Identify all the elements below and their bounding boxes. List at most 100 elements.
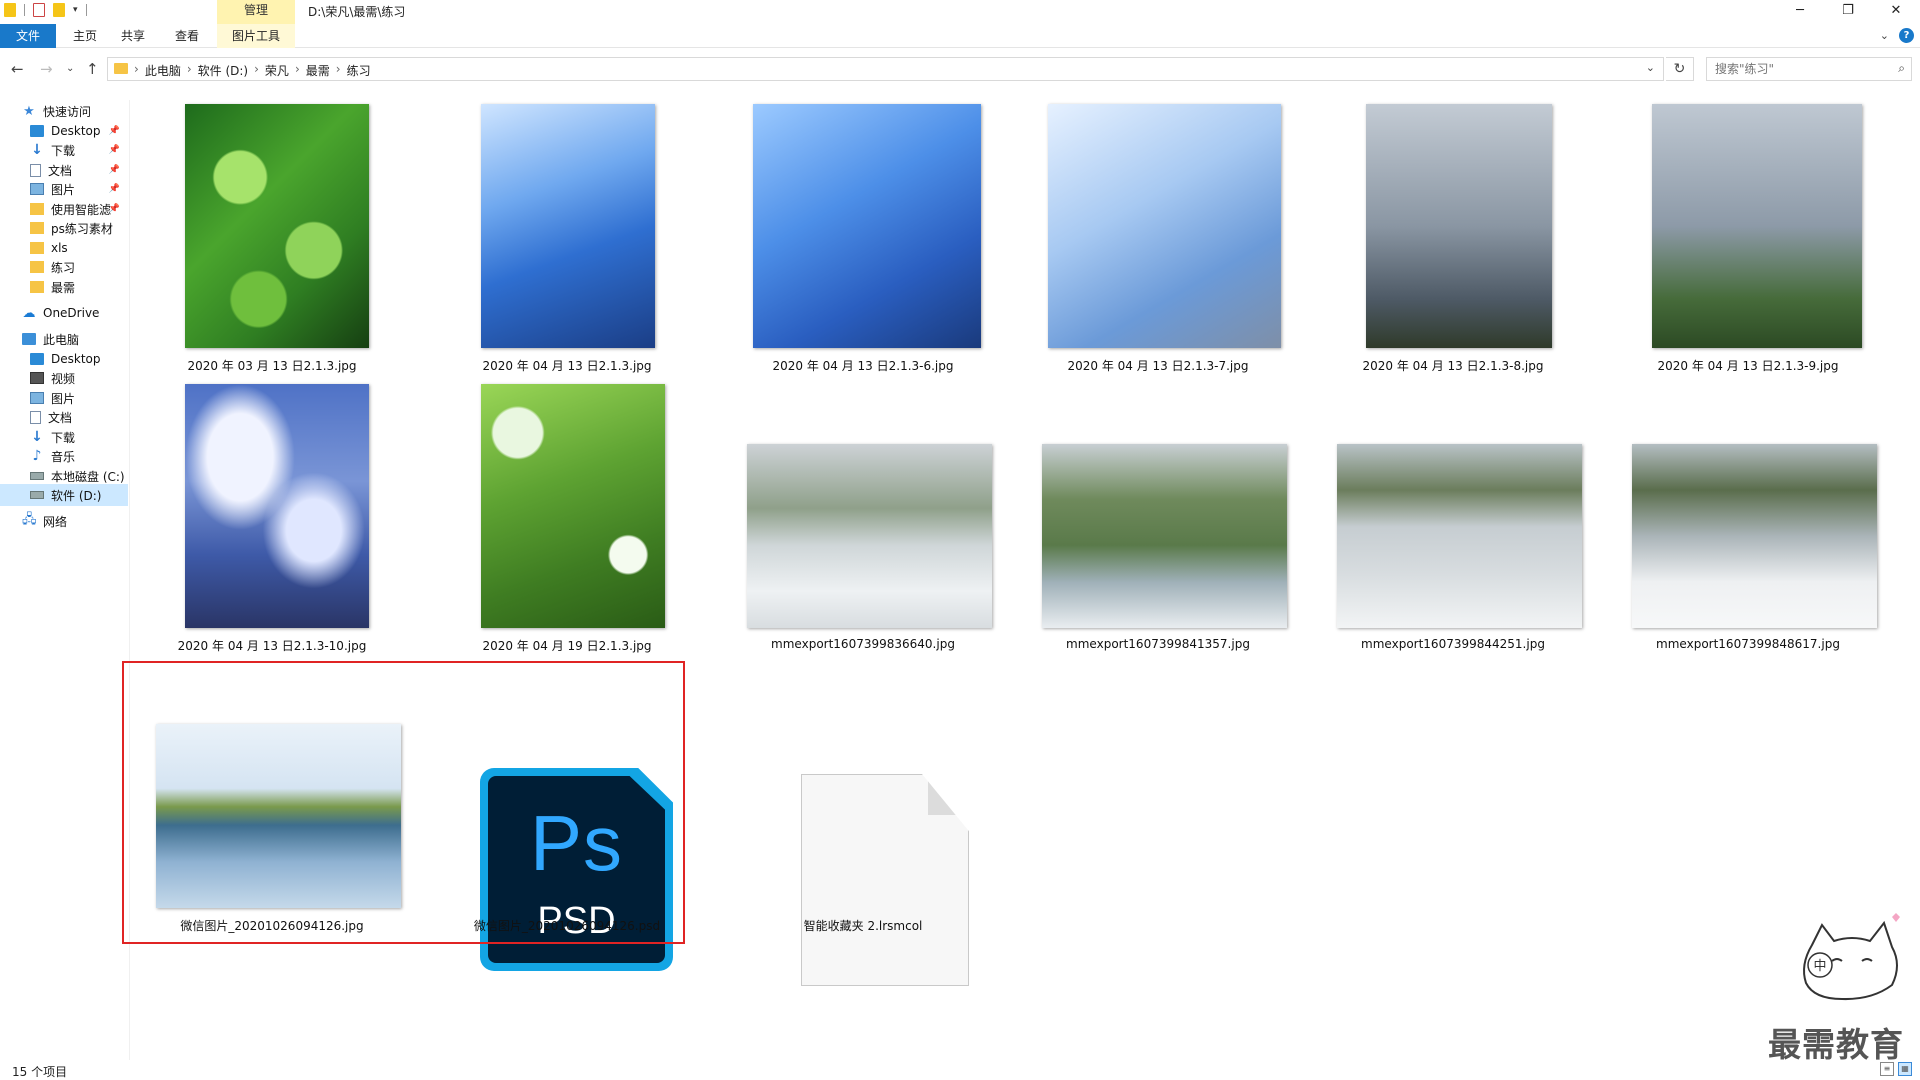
image-thumbnail[interactable] <box>747 444 992 628</box>
refresh-button[interactable]: ↻ <box>1666 57 1694 81</box>
image-thumbnail[interactable] <box>1337 444 1582 628</box>
help-icon[interactable]: ? <box>1899 28 1914 43</box>
generic-file-icon[interactable] <box>801 774 969 986</box>
file-name: 2020 年 04 月 13 日2.1.3.jpg <box>482 359 652 373</box>
nav-item-pictures-pinned[interactable]: 图片 📌 <box>0 178 128 200</box>
title-bar: ▾ 管理 D:\荣凡\最需\练习 ─ ❐ ✕ <box>0 0 1920 24</box>
nav-item-videos[interactable]: 视频 <box>0 367 128 389</box>
chevron-right-icon[interactable]: › <box>336 62 341 79</box>
file-item[interactable]: mmexport1607399836640.jpg <box>723 376 1003 656</box>
image-thumbnail[interactable] <box>1632 444 1877 628</box>
drive-icon <box>30 472 44 480</box>
search-box[interactable]: ⌕ <box>1706 57 1912 81</box>
nav-item-music[interactable]: ♪ 音乐 <box>0 445 128 467</box>
nav-item-downloads-pinned[interactable]: ↓ 下载 📌 <box>0 139 128 161</box>
folder-icon <box>30 203 44 215</box>
file-item[interactable]: 2020 年 04 月 13 日2.1.3-8.jpg <box>1313 96 1593 376</box>
file-item[interactable]: 2020 年 03 月 13 日2.1.3.jpg <box>132 96 412 376</box>
file-item[interactable]: mmexport1607399848617.jpg <box>1608 376 1888 656</box>
tab-share[interactable]: 共享 <box>112 24 154 48</box>
divider <box>24 4 25 16</box>
image-thumbnail[interactable] <box>1042 444 1287 628</box>
cat-mascot-icon: 中 <box>1803 913 1900 1001</box>
file-name: 2020 年 04 月 13 日2.1.3-8.jpg <box>1362 359 1544 373</box>
file-item[interactable]: 2020 年 04 月 13 日2.1.3-7.jpg <box>1018 96 1298 376</box>
address-bar[interactable]: › 此电脑 › 软件 (D:) › 荣凡 › 最需 › 练习 ⌄ <box>107 57 1664 81</box>
recent-locations-icon[interactable]: ⌄ <box>66 63 74 74</box>
up-arrow-icon[interactable]: ↑ <box>86 60 99 78</box>
document-icon <box>30 163 41 177</box>
minimize-button[interactable]: ─ <box>1776 0 1824 24</box>
nav-item-documents[interactable]: 文档 <box>0 406 128 428</box>
file-name: mmexport1607399844251.jpg <box>1361 637 1545 651</box>
file-item[interactable]: 2020 年 04 月 13 日2.1.3.jpg <box>427 96 707 376</box>
new-folder-icon[interactable] <box>53 3 65 17</box>
image-thumbnail[interactable] <box>185 104 369 348</box>
view-toggle: ≡ ▦ <box>1880 1062 1912 1076</box>
file-item[interactable]: mmexport1607399841357.jpg <box>1018 376 1298 656</box>
chevron-right-icon[interactable]: › <box>187 62 192 79</box>
music-icon: ♪ <box>32 448 42 464</box>
nav-item-ps-materials[interactable]: ps练习素材 <box>0 217 128 239</box>
address-dropdown-icon[interactable]: ⌄ <box>1646 61 1655 74</box>
close-button[interactable]: ✕ <box>1872 0 1920 24</box>
file-item[interactable]: 2020 年 04 月 19 日2.1.3.jpg <box>427 376 707 656</box>
breadcrumb-rongfan[interactable]: 荣凡 <box>265 62 289 79</box>
status-bar: 15 个项目 ≡ ▦ <box>0 1060 1920 1080</box>
ribbon-right-controls: ⌄ ? <box>1880 28 1914 43</box>
nav-item-quick-access[interactable]: ★ 快速访问 <box>0 100 128 122</box>
folder-icon <box>30 281 44 293</box>
tab-picture-tools[interactable]: 图片工具 <box>217 24 295 48</box>
nav-item-onedrive[interactable]: ☁ OneDrive <box>0 302 128 324</box>
file-item[interactable]: 智能收藏夹 2.lrsmcol <box>723 656 1003 986</box>
breadcrumb-lianxi[interactable]: 练习 <box>347 62 371 79</box>
drive-icon <box>30 491 44 499</box>
nav-item-label: 使用智能滤 <box>51 202 112 217</box>
image-thumbnail[interactable] <box>1048 104 1281 348</box>
large-icons-view-icon[interactable]: ▦ <box>1898 1062 1912 1076</box>
image-thumbnail[interactable] <box>1652 104 1862 348</box>
page-fold-icon <box>928 775 968 815</box>
maximize-button[interactable]: ❐ <box>1824 0 1872 24</box>
picture-tools-header: 管理 <box>217 0 295 24</box>
properties-icon[interactable] <box>33 3 45 17</box>
breadcrumb-drive-d[interactable]: 软件 (D:) <box>198 62 248 79</box>
expand-ribbon-icon[interactable]: ⌄ <box>1880 29 1889 42</box>
breadcrumb-zuixu[interactable]: 最需 <box>306 62 330 79</box>
brand-watermark: 最需教育 <box>1768 1025 1904 1064</box>
image-thumbnail[interactable] <box>1366 104 1552 348</box>
tab-home[interactable]: 主页 <box>64 24 106 48</box>
file-item[interactable]: 2020 年 04 月 13 日2.1.3-10.jpg <box>132 376 412 656</box>
search-icon[interactable]: ⌕ <box>1898 61 1905 76</box>
nav-item-network[interactable]: 🖧 网络 <box>0 510 128 532</box>
file-item[interactable]: 2020 年 04 月 13 日2.1.3-9.jpg <box>1608 96 1888 376</box>
nav-item-label: 网络 <box>43 514 68 529</box>
tab-file[interactable]: 文件 <box>0 24 56 48</box>
back-arrow-icon[interactable]: ← <box>11 60 24 78</box>
nav-item-label: 视频 <box>51 371 76 386</box>
nav-item-lianxi[interactable]: 练习 <box>0 256 128 278</box>
forward-arrow-icon[interactable]: → <box>40 60 53 78</box>
nav-item-label: Desktop <box>51 352 101 366</box>
file-item[interactable]: 2020 年 04 月 13 日2.1.3-6.jpg <box>723 96 1003 376</box>
folder-icon[interactable] <box>4 3 16 17</box>
search-input[interactable] <box>1715 59 1885 79</box>
nav-item-this-pc[interactable]: 此电脑 <box>0 328 128 350</box>
nav-item-zuixu[interactable]: 最需 <box>0 276 128 298</box>
breadcrumb-this-pc[interactable]: 此电脑 <box>145 62 181 79</box>
tab-view[interactable]: 查看 <box>166 24 208 48</box>
chevron-right-icon[interactable]: › <box>295 62 300 79</box>
file-item[interactable]: mmexport1607399844251.jpg <box>1313 376 1593 656</box>
download-icon: ↓ <box>31 142 43 158</box>
chevron-right-icon[interactable]: › <box>254 62 259 79</box>
details-view-icon[interactable]: ≡ <box>1880 1062 1894 1076</box>
image-thumbnail[interactable] <box>481 104 655 348</box>
nav-item-label: OneDrive <box>43 306 100 320</box>
image-thumbnail[interactable] <box>481 384 665 628</box>
file-name: 2020 年 04 月 19 日2.1.3.jpg <box>482 639 652 653</box>
image-thumbnail[interactable] <box>753 104 981 348</box>
nav-item-drive-d[interactable]: 软件 (D:) <box>0 484 128 506</box>
image-thumbnail[interactable] <box>185 384 369 628</box>
customize-dropdown-icon[interactable]: ▾ <box>73 5 78 15</box>
nav-item-label: 快速访问 <box>43 104 92 119</box>
